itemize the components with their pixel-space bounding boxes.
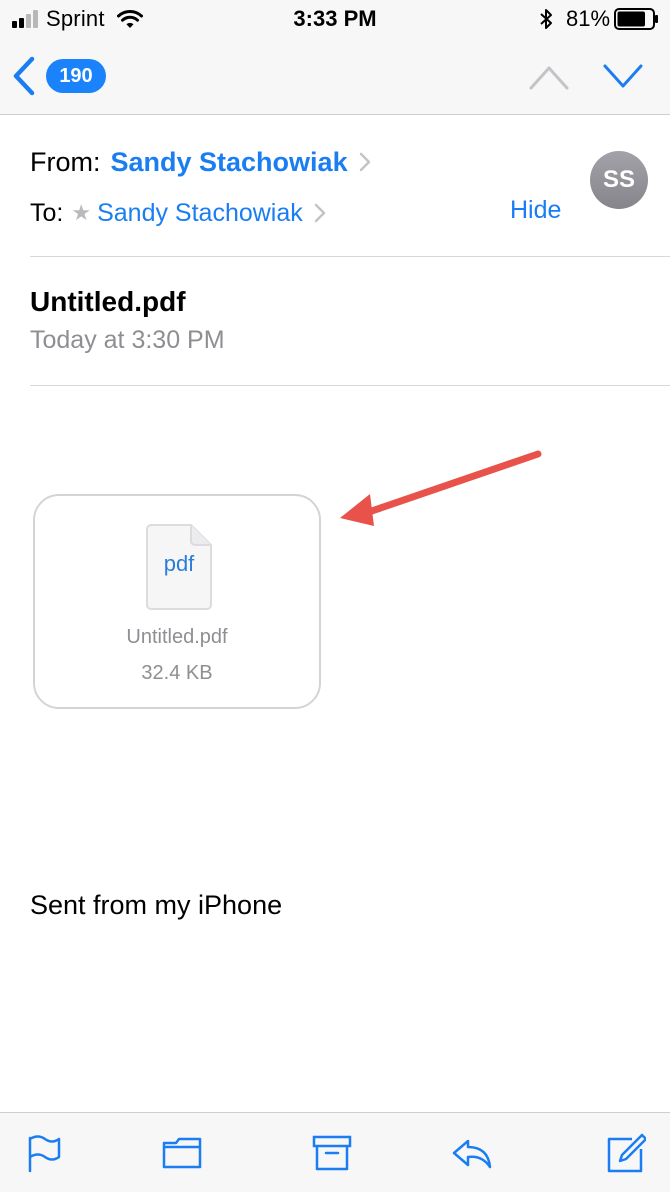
battery-icon — [614, 8, 658, 30]
attachment-card[interactable]: pdf Untitled.pdf 32.4 KB — [33, 494, 321, 709]
annotation-arrow — [340, 450, 542, 526]
back-button[interactable]: 190 — [12, 54, 122, 98]
chevron-right-icon — [359, 152, 370, 172]
mail-message-screen: Sprint 3:33 PM 81% 190 From: Sandy Stach… — [0, 0, 670, 1192]
recipient-name[interactable]: Sandy Stachowiak — [97, 199, 303, 228]
avatar[interactable]: SS — [590, 151, 648, 209]
attachment-file-size: 32.4 KB — [141, 662, 213, 684]
chevron-left-icon — [13, 56, 35, 96]
archive-icon[interactable] — [312, 1133, 352, 1173]
top-bar: Sprint 3:33 PM 81% 190 — [0, 0, 670, 115]
attachment-file-name: Untitled.pdf — [126, 626, 228, 648]
star-icon: ★ — [71, 200, 92, 225]
hide-details-link[interactable]: Hide — [510, 196, 561, 225]
to-label: To: — [30, 198, 64, 227]
reply-icon[interactable] — [452, 1133, 492, 1173]
battery-percent: 81% — [566, 6, 611, 31]
message-date: Today at 3:30 PM — [30, 326, 225, 354]
compose-icon[interactable] — [606, 1133, 646, 1173]
bluetooth-icon — [540, 9, 552, 29]
file-type-label: pdf — [163, 551, 195, 576]
navigation-bar: 190 — [0, 40, 670, 115]
previous-message-button[interactable] — [528, 62, 570, 92]
from-row[interactable]: From: Sandy Stachowiak — [30, 142, 372, 182]
next-message-button[interactable] — [602, 62, 644, 92]
divider — [30, 256, 670, 257]
folder-icon[interactable] — [162, 1133, 202, 1173]
sender-name[interactable]: Sandy Stachowiak — [111, 147, 348, 178]
flag-icon[interactable] — [25, 1133, 65, 1173]
message-subject: Untitled.pdf — [30, 286, 186, 317]
divider — [30, 385, 670, 386]
message-signature: Sent from my iPhone — [30, 890, 283, 920]
status-bar: Sprint 3:33 PM 81% — [0, 0, 670, 40]
chevron-right-icon — [314, 203, 326, 223]
unread-count-badge: 190 — [46, 59, 106, 93]
from-label: From: — [30, 146, 101, 177]
to-row[interactable]: To: ★ Sandy Stachowiak — [30, 194, 327, 232]
bottom-toolbar — [0, 1112, 670, 1192]
